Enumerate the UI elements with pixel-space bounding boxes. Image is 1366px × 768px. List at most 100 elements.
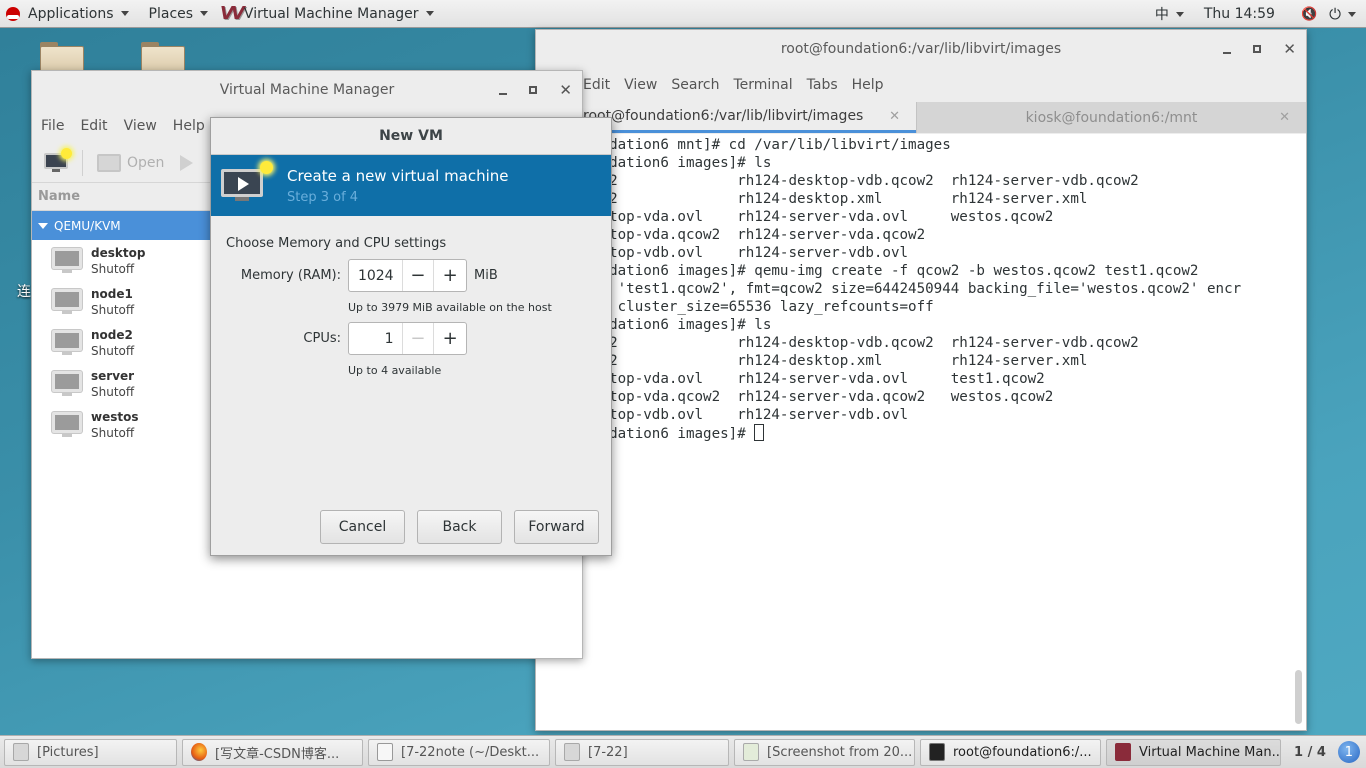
terminal-scrollbar[interactable]	[1295, 670, 1302, 724]
terminal-line: ow2 rh124-desktop.xml rh124-server.xml	[592, 353, 1088, 369]
active-app-label: Virtual Machine Manager	[243, 5, 419, 22]
screenshot-icon	[743, 743, 759, 761]
minimize-button[interactable]	[499, 93, 508, 95]
chevron-down-icon	[200, 11, 209, 16]
vm-state: Shutoff	[91, 425, 135, 440]
close-button[interactable]: ✕	[559, 82, 572, 98]
active-app-menu[interactable]: VV Virtual Machine Manager	[214, 0, 440, 28]
chevron-down-icon	[1175, 11, 1184, 17]
dialog-titlebar[interactable]: New VM	[211, 118, 611, 155]
places-label: Places	[148, 5, 194, 22]
menu-edit[interactable]: Edit	[583, 77, 610, 93]
vm-row[interactable]: server Shutoff	[32, 363, 212, 404]
cpus-hint: Up to 4 available	[348, 364, 442, 377]
taskbar-item-firefox[interactable]: [写文章-CSDN博客...	[182, 738, 363, 766]
system-menu[interactable]: 🔇 ⏻	[1295, 0, 1366, 28]
clock[interactable]: Thu 14:59	[1198, 0, 1281, 28]
menu-file[interactable]: File	[41, 118, 64, 134]
chevron-down-icon	[1348, 11, 1356, 17]
cpus-decrement-button[interactable]: −	[403, 323, 435, 354]
file-cabinet-icon	[564, 743, 580, 761]
terminal-cursor	[754, 424, 765, 441]
terminal-menubar: Edit View Search Terminal Tabs Help	[536, 68, 1306, 102]
terminal-line: sktop-vda.qcow2 rh124-server-vda.qcow2 w…	[592, 389, 1054, 405]
taskbar-item-7-22[interactable]: [7-22]	[555, 738, 729, 766]
close-button[interactable]: ✕	[1283, 41, 1296, 57]
vm-state: Shutoff	[91, 261, 135, 276]
close-tab-icon[interactable]: ✕	[889, 109, 900, 124]
vm-monitor-icon	[52, 370, 82, 397]
minimize-button[interactable]	[1223, 52, 1232, 54]
vm-monitor-icon	[52, 247, 82, 274]
taskbar-label: root@foundation6:/...	[953, 744, 1092, 760]
vm-monitor-icon	[52, 411, 82, 438]
terminal-line: sktop-vda.ovl rh124-server-vda.ovl test1…	[592, 371, 1045, 387]
terminal-line: sktop-vda.qcow2 rh124-server-vda.qcow2	[592, 227, 926, 243]
cpus-increment-button[interactable]: +	[434, 323, 466, 354]
column-header-name[interactable]: Name	[32, 184, 212, 211]
monitor-icon	[97, 153, 121, 172]
vm-list: Name QEMU/KVM desktop Shutoff node1 Shutof…	[32, 184, 212, 658]
notification-badge[interactable]: 1	[1337, 741, 1360, 763]
forward-button[interactable]: Forward	[514, 510, 599, 544]
new-vm-button[interactable]	[44, 147, 72, 173]
menu-edit[interactable]: Edit	[80, 118, 107, 134]
memory-input[interactable]: 1024	[349, 260, 403, 291]
memory-increment-button[interactable]: +	[434, 260, 466, 291]
input-method-menu[interactable]: 中	[1149, 0, 1190, 28]
tab-label: kiosk@foundation6:/mnt	[1025, 109, 1198, 126]
tab-kiosk-mnt[interactable]: kiosk@foundation6:/mnt ✕	[916, 102, 1306, 133]
memory-decrement-button[interactable]: −	[403, 260, 435, 291]
terminal-line: sktop-vda.ovl rh124-server-vda.ovl westo…	[592, 209, 1054, 225]
taskbar-item-pictures[interactable]: [Pictures]	[4, 738, 177, 766]
taskbar-label: [Screenshot from 20...	[767, 744, 913, 760]
back-button[interactable]: Back	[417, 510, 502, 544]
maximize-button[interactable]	[1253, 45, 1262, 53]
taskbar-item-vmm[interactable]: Virtual Machine Man...	[1106, 738, 1281, 766]
menu-tabs[interactable]: Tabs	[807, 77, 838, 93]
vm-row[interactable]: node1 Shutoff	[32, 281, 212, 322]
taskbar-item-note[interactable]: [7-22note (~/Deskt...	[368, 738, 550, 766]
cancel-button[interactable]: Cancel	[320, 510, 405, 544]
taskbar-item-screenshot[interactable]: [Screenshot from 20...	[734, 738, 915, 766]
cpus-label: CPUs:	[303, 331, 341, 346]
chevron-down-icon	[120, 11, 129, 16]
terminal-line: ow2 rh124-desktop-vdb.qcow2 rh124-server…	[592, 335, 1139, 351]
run-button[interactable]	[180, 154, 194, 171]
menu-terminal[interactable]: Terminal	[733, 77, 792, 93]
vm-name: desktop	[91, 245, 146, 260]
menu-help[interactable]: Help	[173, 118, 205, 134]
vmm-titlebar[interactable]: Virtual Machine Manager ✕	[32, 71, 582, 109]
close-tab-icon[interactable]: ✕	[1279, 110, 1290, 125]
terminal-window: root@foundation6:/var/lib/libvirt/images…	[535, 29, 1307, 731]
vm-state: Shutoff	[91, 384, 135, 399]
applications-menu[interactable]: Applications	[0, 0, 135, 28]
open-button[interactable]: Open	[97, 153, 165, 172]
expander-icon[interactable]	[38, 222, 48, 229]
open-label: Open	[127, 154, 165, 171]
maximize-button[interactable]	[529, 86, 538, 94]
vm-row[interactable]: westos Shutoff	[32, 404, 212, 445]
banner-step: Step 3 of 4	[287, 189, 359, 205]
vm-row[interactable]: desktop Shutoff	[32, 240, 212, 281]
places-menu[interactable]: Places	[143, 0, 215, 28]
taskbar-item-terminal[interactable]: root@foundation6:/...	[920, 738, 1101, 766]
vm-name: node1	[91, 286, 133, 301]
terminal-line: ow2 rh124-desktop-vdb.qcow2 rh124-server…	[592, 173, 1139, 189]
menu-view[interactable]: View	[124, 118, 157, 134]
vm-row[interactable]: node2 Shutoff	[32, 322, 212, 363]
cpus-input[interactable]: 1	[349, 323, 403, 354]
taskbar-label: Virtual Machine Man...	[1139, 744, 1281, 760]
menu-search[interactable]: Search	[671, 77, 719, 93]
memory-spinner[interactable]: 1024 − +	[348, 259, 467, 292]
menu-help[interactable]: Help	[852, 77, 884, 93]
workspace-pager[interactable]: 1 / 4	[1294, 745, 1326, 760]
new-vm-dialog: New VM Create a new virtual machine Step…	[210, 117, 612, 556]
connection-row[interactable]: QEMU/KVM	[32, 211, 212, 240]
terminal-titlebar[interactable]: root@foundation6:/var/lib/libvirt/images…	[536, 30, 1306, 68]
firefox-icon	[191, 743, 207, 761]
vm-state: Shutoff	[91, 302, 135, 317]
cpus-spinner[interactable]: 1 − +	[348, 322, 467, 355]
menu-view[interactable]: View	[624, 77, 657, 93]
terminal-output[interactable]: undation6 mnt]# cd /var/lib/libvirt/imag…	[536, 134, 1306, 730]
